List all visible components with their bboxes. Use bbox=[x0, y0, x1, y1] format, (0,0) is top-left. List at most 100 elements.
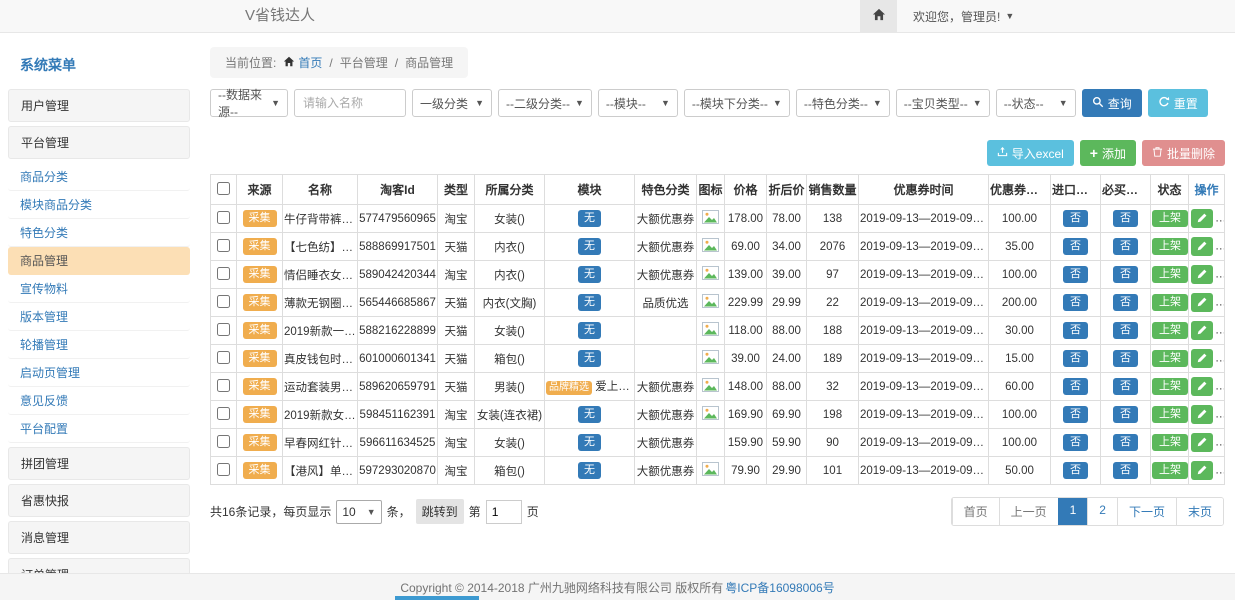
edit-button[interactable] bbox=[1191, 265, 1213, 284]
pager-page-2[interactable]: 2 bbox=[1087, 498, 1117, 525]
row-checkbox[interactable] bbox=[217, 211, 230, 224]
sidebar-group-message[interactable]: 消息管理 bbox=[8, 521, 190, 554]
pager-page-1[interactable]: 1 bbox=[1058, 498, 1088, 525]
status-toggle[interactable]: 上架 bbox=[1152, 434, 1188, 451]
column-header: 模块 bbox=[545, 175, 635, 205]
reset-button[interactable]: 重置 bbox=[1148, 89, 1208, 117]
pager-prev[interactable]: 上一页 bbox=[999, 498, 1058, 525]
sidebar-item-splash-management[interactable]: 启动页管理 bbox=[8, 359, 190, 387]
row-checkbox[interactable] bbox=[217, 379, 230, 392]
per-page-select[interactable]: 10 ▼ bbox=[336, 500, 381, 524]
must-buy-toggle[interactable]: 否 bbox=[1113, 378, 1138, 395]
status-toggle[interactable]: 上架 bbox=[1152, 266, 1188, 283]
row-checkbox[interactable] bbox=[217, 239, 230, 252]
status-toggle[interactable]: 上架 bbox=[1152, 210, 1188, 227]
jump-button[interactable]: 跳转到 bbox=[416, 499, 464, 524]
sidebar-group-express[interactable]: 省惠快报 bbox=[8, 484, 190, 517]
edit-button[interactable] bbox=[1191, 209, 1213, 228]
sidebar-group-platform-management[interactable]: 平台管理 bbox=[8, 126, 190, 159]
import-select-toggle[interactable]: 否 bbox=[1063, 294, 1088, 311]
sidebar-item-module-product-category[interactable]: 模块商品分类 bbox=[8, 191, 190, 219]
filter-select-feature-category[interactable]: --特色分类-- ▼ bbox=[796, 89, 890, 117]
import-select-toggle[interactable]: 否 bbox=[1063, 238, 1088, 255]
row-checkbox[interactable] bbox=[217, 435, 230, 448]
table-body: 采集 牛仔背带裤女秋装减龄... 577479560965 淘宝 女装() 无 … bbox=[211, 205, 1225, 485]
filter-select-module-subcategory[interactable]: --模块下分类-- ▼ bbox=[684, 89, 790, 117]
edit-button[interactable] bbox=[1191, 293, 1213, 312]
page-number-input[interactable] bbox=[486, 500, 522, 524]
user-menu[interactable]: 欢迎您，管理员! ▼ bbox=[913, 8, 1014, 25]
filter-select-level1-category[interactable]: 一级分类 ▼ bbox=[412, 89, 492, 117]
row-checkbox[interactable] bbox=[217, 323, 230, 336]
status-toggle[interactable]: 上架 bbox=[1152, 238, 1188, 255]
pager-last[interactable]: 末页 bbox=[1176, 498, 1223, 525]
must-buy-toggle[interactable]: 否 bbox=[1113, 406, 1138, 423]
sidebar-group-user-management[interactable]: 用户管理 bbox=[8, 89, 190, 122]
home-icon bbox=[283, 56, 295, 70]
sidebar-item-feature-category[interactable]: 特色分类 bbox=[8, 219, 190, 247]
sidebar-item-carousel-management[interactable]: 轮播管理 bbox=[8, 331, 190, 359]
edit-button[interactable] bbox=[1191, 321, 1213, 340]
filter-select-level2-category[interactable]: --二级分类-- ▼ bbox=[498, 89, 592, 117]
sidebar-item-platform-config[interactable]: 平台配置 bbox=[8, 415, 190, 443]
sidebar-item-product-category[interactable]: 商品分类 bbox=[8, 163, 190, 191]
import-select-toggle[interactable]: 否 bbox=[1063, 266, 1088, 283]
sidebar-item-version-management[interactable]: 版本管理 bbox=[8, 303, 190, 331]
sidebar-item-product-management[interactable]: 商品管理 bbox=[8, 247, 190, 275]
filter-select-module[interactable]: --模块-- ▼ bbox=[598, 89, 678, 117]
row-checkbox[interactable] bbox=[217, 295, 230, 308]
must-buy-toggle[interactable]: 否 bbox=[1113, 238, 1138, 255]
pager-first[interactable]: 首页 bbox=[952, 498, 999, 525]
home-button[interactable] bbox=[860, 0, 897, 32]
status-toggle[interactable]: 上架 bbox=[1152, 322, 1188, 339]
edit-button[interactable] bbox=[1191, 237, 1213, 256]
row-checkbox[interactable] bbox=[217, 267, 230, 280]
table-row: 采集 2019新款女秋薄款... 598451162391 淘宝 女装(连衣裙)… bbox=[211, 401, 1225, 429]
sidebar-item-feedback[interactable]: 意见反馈 bbox=[8, 387, 190, 415]
status-toggle[interactable]: 上架 bbox=[1152, 378, 1188, 395]
name-search-input[interactable] bbox=[294, 89, 406, 117]
edit-button[interactable] bbox=[1191, 349, 1213, 368]
must-buy-toggle[interactable]: 否 bbox=[1113, 322, 1138, 339]
icp-link[interactable]: 粤ICP备16098006号 bbox=[725, 579, 834, 596]
add-button[interactable]: + 添加 bbox=[1080, 140, 1136, 166]
must-buy-toggle[interactable]: 否 bbox=[1113, 462, 1138, 479]
filter-select-item-type[interactable]: --宝贝类型-- ▼ bbox=[896, 89, 990, 117]
import-excel-button[interactable]: 导入excel bbox=[987, 140, 1074, 166]
sidebar-group-order[interactable]: 订单管理 bbox=[8, 558, 190, 573]
row-checkbox[interactable] bbox=[217, 351, 230, 364]
select-all-checkbox[interactable] bbox=[217, 182, 230, 195]
sidebar-group-groupbuy[interactable]: 拼团管理 bbox=[8, 447, 190, 480]
edit-button[interactable] bbox=[1191, 433, 1213, 452]
must-buy-toggle[interactable]: 否 bbox=[1113, 294, 1138, 311]
search-button[interactable]: 查询 bbox=[1082, 89, 1142, 117]
filter-select-status[interactable]: --状态-- ▼ bbox=[996, 89, 1076, 117]
sidebar-item-promo-material[interactable]: 宣传物料 bbox=[8, 275, 190, 303]
row-checkbox[interactable] bbox=[217, 463, 230, 476]
must-buy-toggle[interactable]: 否 bbox=[1113, 350, 1138, 367]
edit-button[interactable] bbox=[1191, 461, 1213, 480]
horizontal-scrollbar-thumb[interactable] bbox=[395, 596, 479, 600]
import-select-toggle[interactable]: 否 bbox=[1063, 322, 1088, 339]
import-select-toggle[interactable]: 否 bbox=[1063, 210, 1088, 227]
status-toggle[interactable]: 上架 bbox=[1152, 294, 1188, 311]
breadcrumb-home-link[interactable]: 首页 bbox=[283, 54, 322, 71]
import-select-toggle[interactable]: 否 bbox=[1063, 378, 1088, 395]
status-toggle[interactable]: 上架 bbox=[1152, 462, 1188, 479]
must-buy-toggle[interactable]: 否 bbox=[1113, 434, 1138, 451]
status-toggle[interactable]: 上架 bbox=[1152, 350, 1188, 367]
filter-select-data-source[interactable]: --数据来源-- ▼ bbox=[210, 89, 288, 117]
import-select-toggle[interactable]: 否 bbox=[1063, 462, 1088, 479]
edit-button[interactable] bbox=[1191, 405, 1213, 424]
import-select-toggle[interactable]: 否 bbox=[1063, 434, 1088, 451]
status-toggle[interactable]: 上架 bbox=[1152, 406, 1188, 423]
import-select-toggle[interactable]: 否 bbox=[1063, 406, 1088, 423]
must-buy-toggle[interactable]: 否 bbox=[1113, 210, 1138, 227]
column-header: 淘客Id bbox=[358, 175, 438, 205]
import-select-toggle[interactable]: 否 bbox=[1063, 350, 1088, 367]
edit-button[interactable] bbox=[1191, 377, 1213, 396]
must-buy-toggle[interactable]: 否 bbox=[1113, 266, 1138, 283]
row-checkbox[interactable] bbox=[217, 407, 230, 420]
pager-next[interactable]: 下一页 bbox=[1117, 498, 1176, 525]
batch-delete-button[interactable]: 批量删除 bbox=[1142, 140, 1225, 166]
